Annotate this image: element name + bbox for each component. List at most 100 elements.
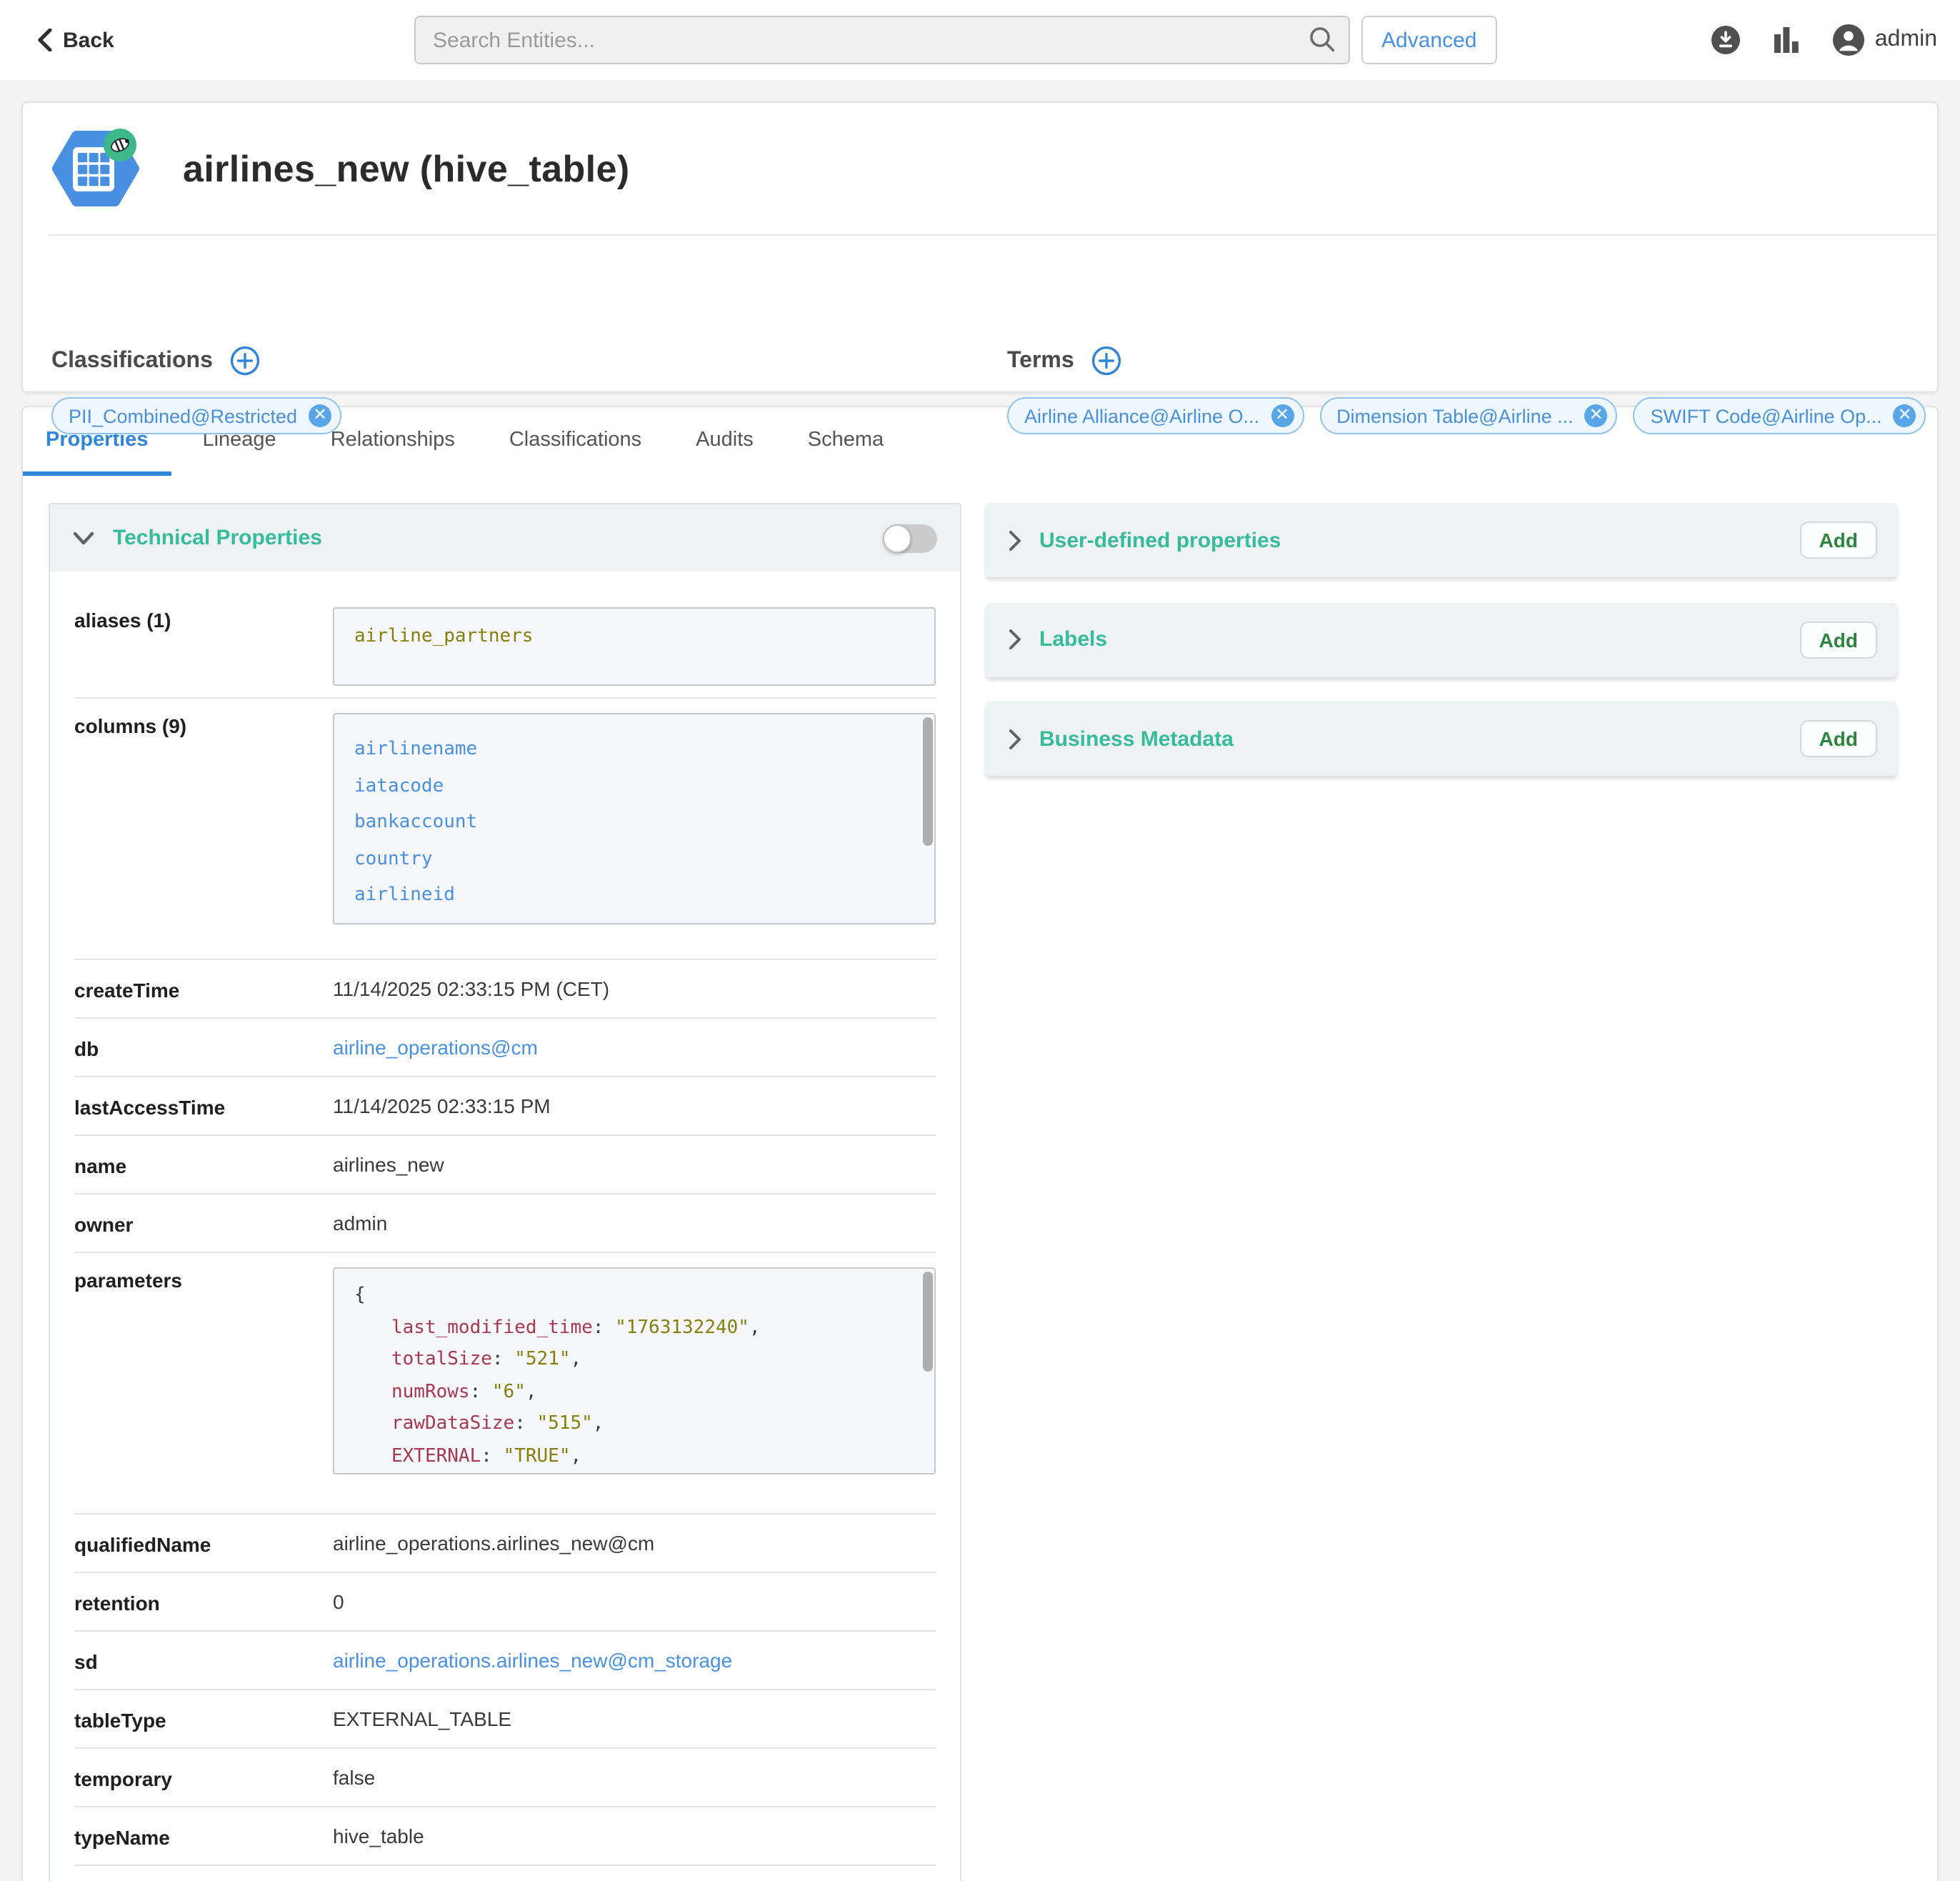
- property-row-tableType: tableType EXTERNAL_TABLE: [74, 1690, 936, 1749]
- property-row-createTime: createTime 11/14/2025 02:33:15 PM (CET): [74, 960, 936, 1019]
- column-link[interactable]: airlinename: [354, 732, 914, 768]
- property-label: temporary: [74, 1766, 333, 1790]
- term-tag-label: Airline Alliance@Airline O...: [1024, 405, 1259, 426]
- user-avatar-icon: [1834, 24, 1865, 56]
- tab-schema[interactable]: Schema: [785, 407, 906, 476]
- business-metadata-title: Business Metadata: [1039, 727, 1234, 751]
- property-label: owner: [74, 1212, 333, 1236]
- add-business-metadata-button[interactable]: Add: [1801, 720, 1876, 757]
- advanced-label: Advanced: [1381, 28, 1476, 52]
- search-icon[interactable]: [1309, 26, 1336, 53]
- entity-header-card: airlines_new (hive_table) Classification…: [21, 101, 1939, 393]
- property-row-retention: retention 0: [74, 1573, 936, 1632]
- aliases-value-box: airline_partners: [333, 607, 936, 686]
- back-label: Back: [63, 28, 114, 52]
- chevron-down-icon: [73, 531, 94, 545]
- entity-detail-card: Properties Lineage Relationships Classif…: [21, 406, 1939, 1881]
- term-tag[interactable]: Dimension Table@Airline ... ✕: [1319, 397, 1618, 434]
- property-value: 11/14/2025 02:33:15 PM (CET): [333, 977, 936, 1002]
- chevron-right-icon: [1008, 728, 1021, 749]
- back-button[interactable]: Back: [37, 0, 114, 80]
- entity-title: airlines_new (hive_table): [183, 146, 630, 191]
- chevron-left-icon: [37, 29, 53, 51]
- chevron-right-icon: [1008, 629, 1021, 650]
- term-tag[interactable]: SWIFT Code@Airline Op... ✕: [1634, 397, 1926, 434]
- user-menu[interactable]: admin: [1834, 24, 1937, 56]
- properties-toggle-switch[interactable]: [883, 524, 937, 552]
- classification-tags: PII_Combined@Restricted ✕: [51, 397, 341, 434]
- property-row-owner: owner admin: [74, 1194, 936, 1253]
- property-row-lastAccessTime: lastAccessTime 11/14/2025 02:33:15 PM: [74, 1077, 936, 1136]
- column-link[interactable]: email: [354, 914, 914, 924]
- technical-properties-column: Technical Properties aliases (1) airline…: [49, 503, 961, 1881]
- add-label-button[interactable]: Add: [1801, 621, 1876, 658]
- labels-title: Labels: [1039, 627, 1107, 652]
- property-label: qualifiedName: [74, 1532, 333, 1556]
- entity-head: airlines_new (hive_table): [49, 103, 1911, 210]
- terms-section: Terms Airline Alliance@Airline O... ✕ Di…: [1007, 346, 1926, 434]
- property-label: columns (9): [74, 713, 333, 924]
- columns-value-box: airlinename iatacode bankaccount country…: [333, 713, 936, 924]
- column-link[interactable]: bankaccount: [354, 804, 914, 841]
- add-user-defined-property-button[interactable]: Add: [1801, 522, 1876, 559]
- add-classification-icon[interactable]: [230, 346, 260, 376]
- technical-properties-panel: Technical Properties aliases (1) airline…: [49, 503, 961, 1881]
- classifications-title: Classifications: [51, 348, 213, 374]
- property-row-typeName: typeName hive_table: [74, 1807, 936, 1866]
- global-search: [414, 16, 1350, 64]
- column-link[interactable]: airlineid: [354, 877, 914, 914]
- classifications-section: Classifications PII_Combined@Restricted …: [51, 346, 341, 434]
- property-row-name: name airlines_new: [74, 1136, 936, 1194]
- property-row-qualifiedName: qualifiedName airline_operations.airline…: [74, 1515, 936, 1573]
- remove-term-icon[interactable]: ✕: [1585, 404, 1608, 427]
- chevron-right-icon: [1008, 529, 1021, 551]
- column-link[interactable]: iatacode: [354, 768, 914, 804]
- property-row-temporary: temporary false: [74, 1749, 936, 1807]
- properties-tab-content: Technical Properties aliases (1) airline…: [23, 476, 1937, 1881]
- property-value: 11/14/2025 02:33:15 PM: [333, 1094, 936, 1119]
- property-value: EXTERNAL_TABLE: [333, 1707, 936, 1732]
- classification-tag[interactable]: PII_Combined@Restricted ✕: [51, 397, 341, 434]
- topbar-actions: admin: [1712, 0, 1937, 80]
- tab-classifications[interactable]: Classifications: [486, 407, 664, 476]
- technical-properties-header[interactable]: Technical Properties: [50, 504, 960, 572]
- term-tags: Airline Alliance@Airline O... ✕ Dimensio…: [1007, 397, 1926, 434]
- property-label: retention: [74, 1590, 333, 1615]
- technical-properties-title: Technical Properties: [113, 526, 322, 550]
- remove-term-icon[interactable]: ✕: [1894, 404, 1916, 427]
- remove-classification-icon[interactable]: ✕: [309, 404, 331, 427]
- property-row-sd: sd airline_operations.airlines_new@cm_st…: [74, 1632, 936, 1690]
- download-reports-icon[interactable]: [1712, 26, 1741, 54]
- add-term-icon[interactable]: [1091, 346, 1121, 376]
- toggle-knob: [883, 524, 911, 552]
- columns-scrollbar[interactable]: [923, 717, 933, 846]
- property-row-parameters: parameters { last_modified_time: "176313…: [74, 1253, 936, 1515]
- header-divider: [49, 234, 1937, 236]
- user-defined-properties-panel[interactable]: User-defined properties Add: [985, 503, 1896, 577]
- terms-title: Terms: [1007, 348, 1074, 374]
- search-input[interactable]: [414, 16, 1350, 64]
- column-link[interactable]: country: [354, 841, 914, 877]
- sd-entity-link[interactable]: airline_operations.airlines_new@cm_stora…: [333, 1649, 732, 1672]
- technical-properties-body: aliases (1) airline_partners columns (9): [50, 572, 960, 1881]
- remove-term-icon[interactable]: ✕: [1271, 404, 1294, 427]
- advanced-search-button[interactable]: Advanced: [1361, 16, 1496, 64]
- top-nav-bar: Back Advanced admin: [0, 0, 1960, 80]
- property-row-columns: columns (9) airlinename iatacode bankacc…: [74, 699, 936, 960]
- property-label: parameters: [74, 1267, 333, 1475]
- statistics-bar-chart-icon[interactable]: [1775, 27, 1799, 53]
- property-value: false: [333, 1766, 936, 1790]
- parameters-scrollbar[interactable]: [923, 1272, 933, 1372]
- user-defined-properties-title: User-defined properties: [1039, 528, 1281, 552]
- property-label: tableType: [74, 1707, 333, 1732]
- tab-audits[interactable]: Audits: [673, 407, 776, 476]
- term-tag[interactable]: Airline Alliance@Airline O... ✕: [1007, 397, 1304, 434]
- db-entity-link[interactable]: airline_operations@cm: [333, 1036, 538, 1059]
- labels-panel[interactable]: Labels Add: [985, 602, 1896, 677]
- property-label: name: [74, 1153, 333, 1177]
- property-label: createTime: [74, 977, 333, 1002]
- property-label: typeName: [74, 1825, 333, 1849]
- username-label: admin: [1875, 27, 1937, 53]
- parameters-json-box: { last_modified_time: "1763132240", tota…: [333, 1267, 936, 1475]
- business-metadata-panel[interactable]: Business Metadata Add: [985, 702, 1896, 776]
